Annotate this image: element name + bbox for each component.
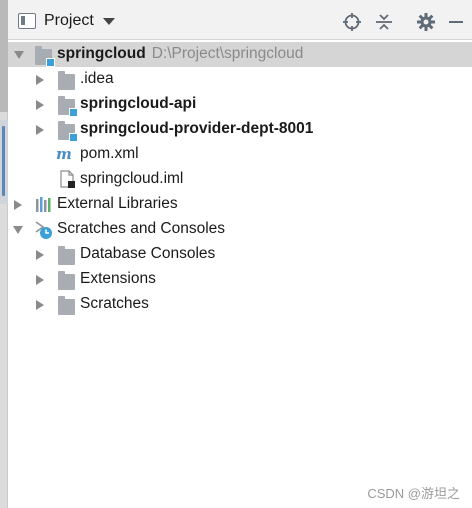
folder-icon — [58, 71, 75, 90]
tree-item-label: Extensions — [80, 270, 156, 287]
tree-row-extensions[interactable]: Extensions — [8, 267, 472, 292]
expand-arrow-icon[interactable] — [14, 51, 24, 59]
tree-row-idea[interactable]: .idea — [8, 67, 472, 92]
module-folder-icon — [58, 96, 78, 117]
tree-row-pom[interactable]: m pom.xml — [8, 142, 472, 167]
expand-arrow-icon[interactable] — [36, 75, 44, 85]
folder-icon — [58, 271, 75, 290]
watermark: CSDN @游坦之 — [367, 486, 460, 501]
tree-item-label: Scratches — [80, 295, 149, 312]
collapse-all-icon[interactable] — [374, 12, 394, 32]
project-panel-header: Project — [8, 0, 472, 40]
expand-arrow-icon[interactable] — [36, 250, 44, 260]
tree-item-label: .idea — [80, 70, 114, 87]
expand-arrow-icon[interactable] — [36, 100, 44, 110]
maven-file-icon: m — [56, 145, 73, 163]
chevron-down-icon — [102, 17, 115, 25]
module-folder-icon — [35, 46, 55, 67]
tree-item-label: Database Consoles — [80, 245, 216, 262]
tree-item-label: Scratches and Consoles — [57, 220, 226, 237]
tree-row-database-consoles[interactable]: Database Consoles — [8, 242, 472, 267]
iml-file-icon — [59, 170, 76, 188]
tree-item-label: pom.xml — [80, 145, 139, 162]
left-tool-strip[interactable] — [0, 0, 8, 508]
expand-arrow-icon[interactable] — [36, 275, 44, 285]
expand-arrow-icon[interactable] — [36, 125, 44, 135]
tree-row-root[interactable]: springcloud D:\Project\springcloud — [8, 42, 472, 67]
tree-item-label: springcloud-api — [80, 95, 197, 112]
svg-text:m: m — [56, 146, 72, 162]
tree-item-label: springcloud.iml — [80, 170, 184, 187]
root-project-name: springcloud — [57, 45, 146, 62]
tree-row-scratches[interactable]: Scratches — [8, 292, 472, 317]
project-window-icon — [18, 13, 36, 29]
root-project-path: D:\Project\springcloud — [151, 45, 304, 62]
module-folder-icon — [58, 121, 78, 142]
gear-icon[interactable] — [416, 12, 436, 32]
expand-arrow-icon[interactable] — [36, 300, 44, 310]
view-selector[interactable]: Project — [18, 10, 115, 32]
view-selector-label: Project — [44, 12, 94, 29]
scratches-icon — [34, 220, 52, 239]
tree-row-external-libraries[interactable]: External Libraries — [8, 192, 472, 217]
folder-icon — [58, 296, 75, 315]
library-icon — [35, 196, 52, 212]
side-tab-structure[interactable] — [0, 120, 8, 204]
tree-row-iml[interactable]: springcloud.iml — [8, 167, 472, 192]
side-tab-project[interactable] — [0, 0, 8, 112]
folder-icon — [58, 246, 75, 265]
tree-item-label: springcloud-provider-dept-8001 — [80, 120, 314, 137]
hide-icon[interactable] — [446, 12, 466, 32]
locate-icon[interactable] — [342, 12, 362, 32]
tree-row-springcloud-api[interactable]: springcloud-api — [8, 92, 472, 117]
expand-arrow-icon[interactable] — [14, 200, 22, 210]
tree-item-label: External Libraries — [57, 195, 178, 212]
expand-arrow-icon[interactable] — [13, 226, 23, 234]
tree-row-scratches-consoles[interactable]: Scratches and Consoles — [8, 217, 472, 242]
tree-row-provider-dept[interactable]: springcloud-provider-dept-8001 — [8, 117, 472, 142]
